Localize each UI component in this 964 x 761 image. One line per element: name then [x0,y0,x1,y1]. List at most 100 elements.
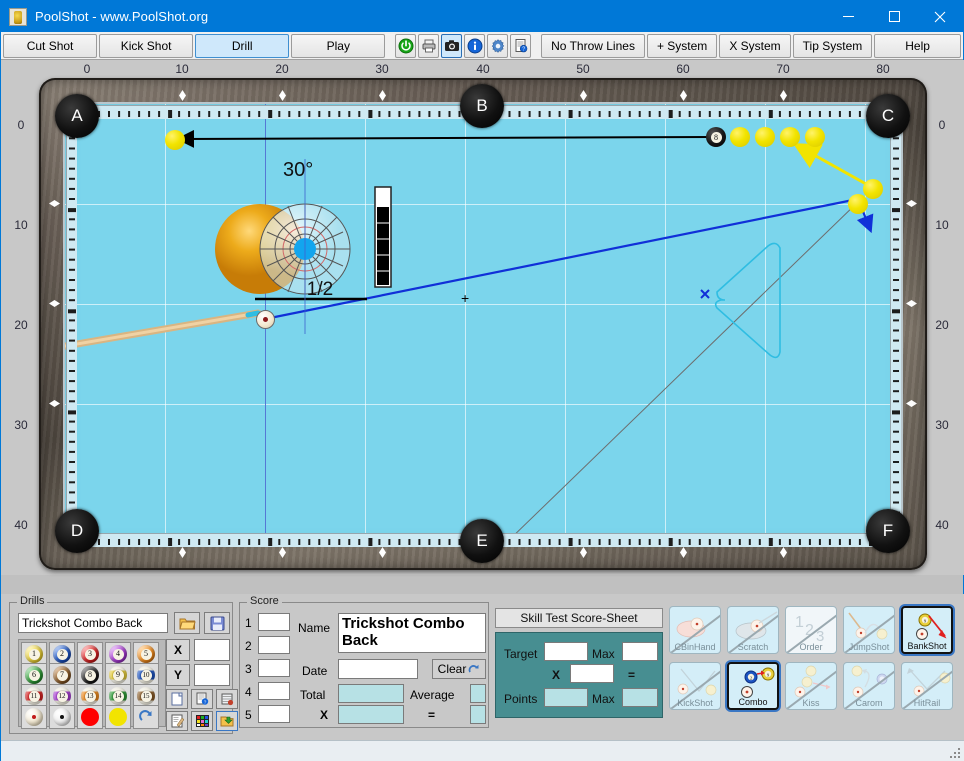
drill-ball-grid[interactable]: 1 2 3 4 5 6 7 8 9 10 11 12 13 14 15 [18,639,166,729]
object-ball-yellow[interactable] [755,127,775,147]
top-ruler-0: 0 [83,62,91,76]
score-name-input[interactable]: Trickshot Combo Back [338,613,486,653]
right-rail-scale [890,104,901,545]
x-coord-input[interactable] [194,639,230,661]
skill-target-input[interactable] [544,642,588,661]
jumpshot-button[interactable]: JumpShot [843,606,895,654]
ball-button-yellow[interactable] [105,705,131,729]
new-page-icon [171,692,183,706]
pocket-e[interactable]: E [460,519,504,563]
page-help-button[interactable]: ? [191,689,213,709]
camera-button[interactable] [441,33,463,58]
order-button[interactable]: 1 2 3 Order [785,606,837,654]
object-ball-yellow[interactable] [848,194,868,214]
top-ruler-60: 60 [676,62,690,76]
score-legend: Score [247,595,282,607]
spin-aim-widget[interactable]: 30° 1/2 [175,159,405,334]
ball-button-cueball-red[interactable] [21,705,47,729]
y-coord-input[interactable] [194,664,230,686]
kiss-button[interactable]: Kiss [785,662,837,710]
x-system-button[interactable]: X System [719,33,791,58]
kick-shot-button[interactable]: Kick Shot [99,33,194,58]
ball-button-undo[interactable] [133,705,159,729]
score-row-2-input[interactable] [258,636,290,654]
open-drill-button[interactable] [174,612,200,634]
resize-grip-icon[interactable] [949,747,961,759]
skill-multiply-input[interactable] [570,664,614,683]
table-felt[interactable]: + 8 30° 1/2 [65,104,901,544]
close-button[interactable] [917,1,963,32]
color-palette-icon [195,715,209,727]
pocket-label-d: D [70,521,84,540]
scratch-button[interactable]: Scratch [727,606,779,654]
export-folder-button[interactable] [216,711,238,731]
eight-ball[interactable]: 8 [706,127,726,147]
ball-button-red[interactable] [77,705,103,729]
object-ball-yellow[interactable] [805,127,825,147]
hitrail-button[interactable]: HitRail [901,662,953,710]
new-page-button[interactable] [166,689,188,709]
score-row-4-label: 4 [245,685,252,699]
color-palette-button[interactable] [191,711,213,731]
settings-button[interactable] [487,33,509,58]
print-button[interactable] [418,33,440,58]
pocket-c[interactable]: C [866,94,910,138]
edit-note-button[interactable] [166,711,188,731]
info-button[interactable] [464,33,486,58]
shot-type-grid[interactable]: CBinHand Scratch 1 2 3 Order JumpShot 9 … [669,606,957,718]
pocket-label-b: B [476,96,488,115]
bankshot-button[interactable]: 9 BankShot [901,606,953,654]
score-clear-label: Clear [437,662,467,676]
object-ball-yellow[interactable] [780,127,800,147]
score-date-input[interactable] [338,659,418,679]
minimize-button[interactable] [825,1,871,32]
power-button[interactable] [395,33,417,58]
rail-diamond [680,90,687,101]
pocket-d[interactable]: D [55,509,99,553]
plus-system-button[interactable]: + System [646,33,718,58]
printer-icon [422,39,436,52]
kickshot-button[interactable]: KickShot [669,662,721,710]
score-row-3-input[interactable] [258,659,290,677]
skill-multiply-label: X [552,668,561,682]
pocket-f[interactable]: F [866,509,910,553]
skill-max-1-input[interactable] [622,642,658,661]
tip-system-button[interactable]: Tip System [792,33,873,58]
score-total-value [338,684,404,703]
help-button[interactable]: Help [874,33,961,58]
play-button[interactable]: Play [291,33,386,58]
ball-button-cueball-black[interactable] [49,705,75,729]
y-coord-label[interactable]: Y [166,664,190,686]
save-drill-button[interactable] [204,612,230,634]
carom-button[interactable]: Carom [843,662,895,710]
drill-button[interactable]: Drill [195,33,290,58]
pocket-b[interactable]: B [460,84,504,128]
page-help-icon: ? [196,692,208,705]
score-group: Score 1 2 3 4 5 Name Trickshot Combo Bac… [239,595,489,728]
left-ruler-10: 10 [14,218,28,232]
rail-diamond [49,300,60,307]
object-ball-yellow[interactable] [165,130,185,150]
object-ball-yellow[interactable] [863,179,883,199]
score-name-label: Name [298,621,331,635]
score-row-1-label: 1 [245,616,252,630]
score-total-label: Total [300,688,326,702]
score-clear-button[interactable]: Clear [432,659,486,679]
no-throw-lines-button[interactable]: No Throw Lines [541,33,645,58]
table-list-button[interactable] [216,689,238,709]
score-row-5-input[interactable] [258,705,290,723]
cbinhand-button[interactable]: CBinHand [669,606,721,654]
score-row-1-input[interactable] [258,613,290,631]
pocket-a[interactable]: A [55,94,99,138]
drill-name-input[interactable]: Trickshot Combo Back [18,613,168,633]
document-help-button[interactable]: ? [510,33,532,58]
pool-table-area[interactable]: 0 10 20 30 40 50 60 70 80 0 10 20 30 40 … [1,60,964,575]
object-ball-yellow[interactable] [730,127,750,147]
combo-button[interactable]: 2 9 Combo [727,662,779,710]
x-coord-label[interactable]: X [166,639,190,661]
pool-table[interactable]: + 8 30° 1/2 A B C D E F [39,78,927,570]
cut-shot-button[interactable]: Cut Shot [3,33,98,58]
score-row-4-input[interactable] [258,682,290,700]
power-icon [398,38,414,53]
maximize-button[interactable] [871,1,917,32]
